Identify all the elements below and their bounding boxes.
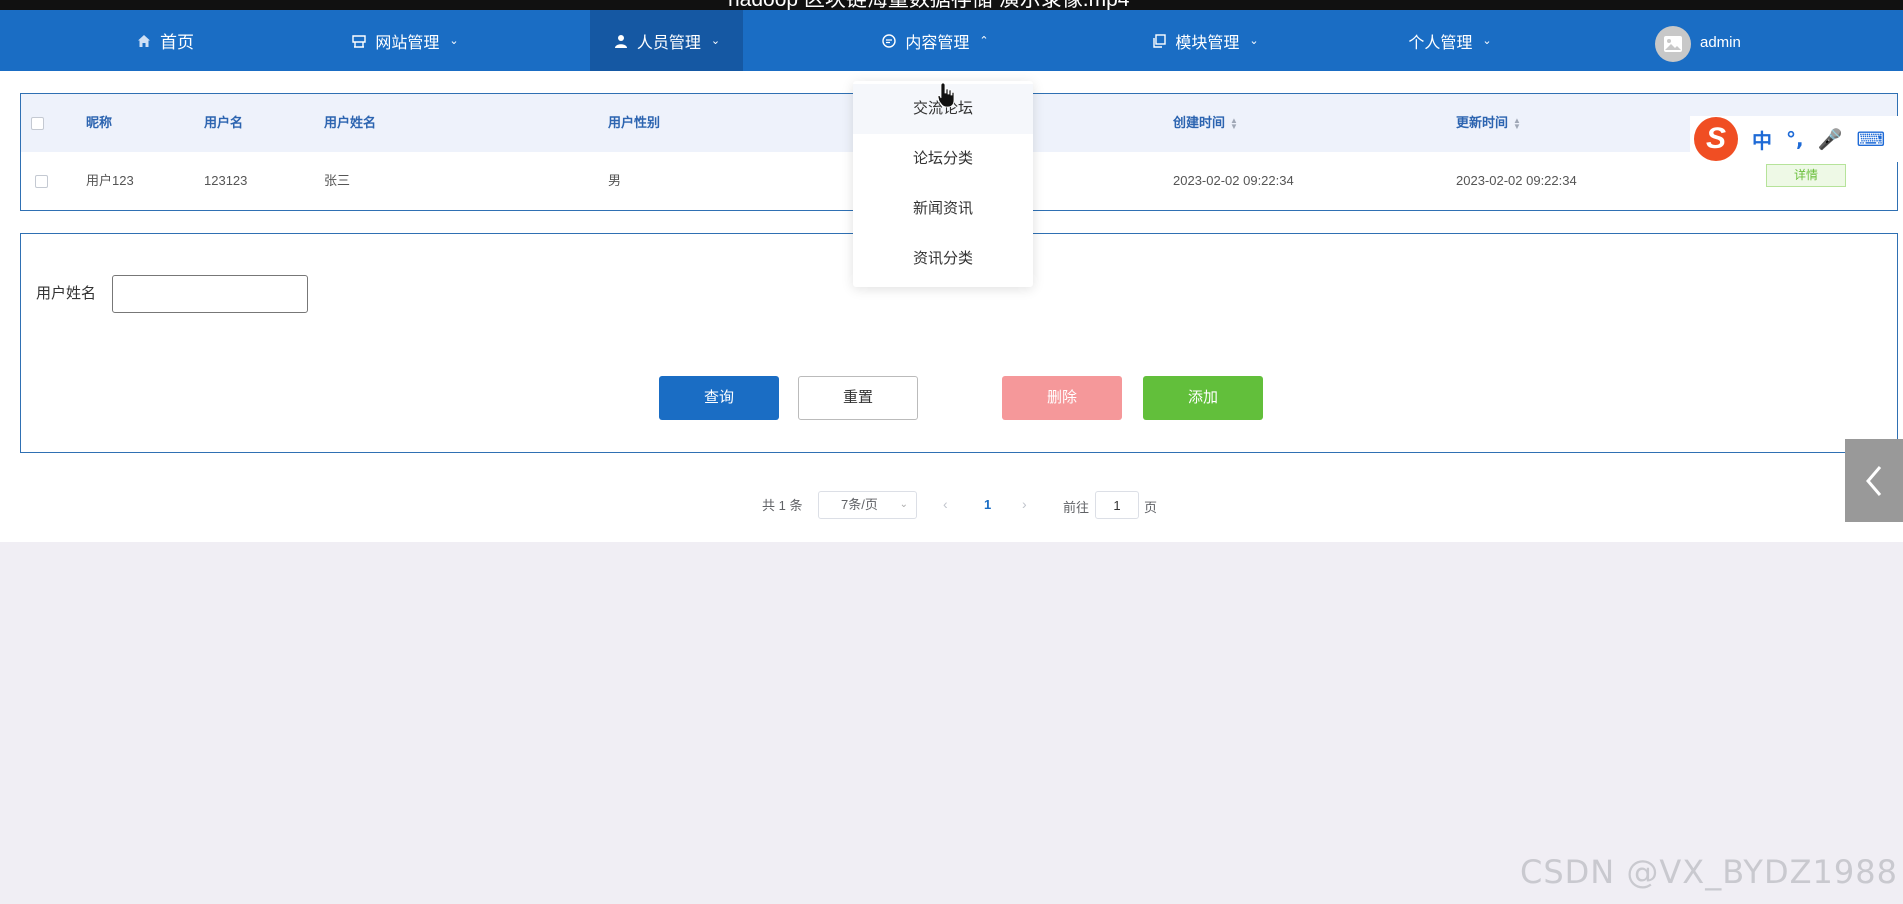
nav-item-site-management[interactable]: 网站管理 ⌄ <box>330 10 480 71</box>
keyboard-icon[interactable]: ⌨ <box>1857 127 1886 151</box>
realname-search-input[interactable] <box>112 275 308 313</box>
page-size-value: 7条/页 <box>841 497 878 512</box>
sidebar-toggle[interactable] <box>1845 439 1903 522</box>
nav-item-module-management[interactable]: 模块管理 ⌄ <box>1130 10 1280 71</box>
add-button[interactable]: 添加 <box>1143 376 1263 420</box>
hand-cursor-icon <box>937 82 955 108</box>
nav-item-content-management[interactable]: 内容管理 ⌃ <box>860 10 1010 71</box>
watermark: CSDN @VX_BYDZ1988 <box>1520 853 1898 891</box>
cell-username: 123123 <box>204 173 248 188</box>
select-all-checkbox[interactable] <box>31 117 44 130</box>
nav-label: 内容管理 <box>905 34 970 52</box>
nav-label: 模块管理 <box>1175 34 1240 52</box>
nav-item-people-management[interactable]: 人员管理 ⌄ <box>590 10 743 71</box>
nav-item-personal-management[interactable]: 个人管理 ⌄ <box>1385 10 1515 71</box>
ime-language-toggle[interactable]: 中 <box>1752 125 1772 154</box>
avatar[interactable] <box>1655 26 1691 62</box>
column-header-label: 创建时间 <box>1173 115 1226 130</box>
sort-icon[interactable]: ▲ ▼ <box>1230 116 1238 130</box>
total-count: 共 1 条 <box>762 498 803 513</box>
nav-label: 首页 <box>160 33 194 52</box>
menu-item-news[interactable]: 新闻资讯 <box>853 184 1033 234</box>
nav-item-home[interactable]: 首页 <box>110 10 220 71</box>
nav-label: 网站管理 <box>375 34 440 52</box>
cell-created: 2023-02-02 09:22:34 <box>1173 173 1294 188</box>
ime-toolbar: S 中 °, 🎤 ⌨ <box>1690 116 1903 162</box>
image-icon <box>1664 36 1682 52</box>
menu-item-news-category[interactable]: 资讯分类 <box>853 234 1033 284</box>
page-size-select[interactable]: 7条/页 ⌄ <box>818 491 917 519</box>
video-title-bar: hadoop 区块链海量数据存储 演示录像.mp4 ▬ ❐ ✕ <box>0 0 1903 10</box>
query-button[interactable]: 查询 <box>659 376 779 420</box>
cell-updated: 2023-02-02 09:22:34 <box>1456 173 1577 188</box>
page-suffix: 页 <box>1144 500 1158 515</box>
shop-icon <box>352 34 367 48</box>
row-checkbox[interactable] <box>35 175 48 188</box>
cell-nickname: 用户123 <box>86 173 134 188</box>
chevron-down-icon: ⌄ <box>1249 35 1259 47</box>
column-header-gender: 用户性别 <box>608 115 661 130</box>
chevron-left-icon <box>1866 465 1882 496</box>
menu-item-forum-category[interactable]: 论坛分类 <box>853 134 1033 184</box>
chevron-down-icon: ⌄ <box>449 35 459 47</box>
goto-label: 前往 <box>1063 500 1090 515</box>
copy-icon <box>1153 33 1167 48</box>
content-management-dropdown: 交流论坛 论坛分类 新闻资讯 资讯分类 <box>853 81 1033 287</box>
user-icon <box>614 34 627 48</box>
realname-search-label: 用户姓名 <box>36 285 97 302</box>
cell-realname: 张三 <box>324 173 351 188</box>
goto-page-input[interactable] <box>1095 491 1139 519</box>
ime-punctuation-icon[interactable]: °, <box>1786 127 1804 151</box>
chevron-down-icon: ⌄ <box>1482 35 1492 47</box>
microphone-icon[interactable]: 🎤 <box>1818 127 1843 151</box>
column-header-nickname: 昵称 <box>86 115 113 130</box>
video-title: hadoop 区块链海量数据存储 演示录像.mp4 <box>728 0 1129 10</box>
username-label[interactable]: admin <box>1700 32 1741 54</box>
sogou-logo-icon[interactable]: S <box>1694 117 1738 161</box>
column-header-updated[interactable]: 更新时间 ▲ ▼ <box>1456 94 1521 152</box>
sort-icon[interactable]: ▲ ▼ <box>1513 116 1521 130</box>
home-icon <box>138 34 150 47</box>
cell-gender: 男 <box>608 173 622 188</box>
chevron-up-icon: ⌃ <box>979 35 989 47</box>
column-header-realname: 用户姓名 <box>324 115 377 130</box>
pagination: 共 1 条 7条/页 ⌄ ‹ 1 › 前往 页 <box>0 491 1903 521</box>
reset-button[interactable]: 重置 <box>798 376 918 420</box>
next-page-icon[interactable]: › <box>1022 496 1027 512</box>
page-number[interactable]: 1 <box>984 497 991 512</box>
chevron-down-icon: ⌄ <box>899 499 908 510</box>
delete-button[interactable]: 删除 <box>1002 376 1122 420</box>
column-header-label: 更新时间 <box>1456 115 1509 130</box>
nav-label: 个人管理 <box>1408 34 1473 52</box>
chevron-down-icon: ⌄ <box>710 35 721 47</box>
top-nav-bar: 首页 网站管理 ⌄ 人员管理 ⌄ 内容管理 ⌃ 模块管理 ⌄ 个人管理 ⌄ ad… <box>0 10 1903 72</box>
prev-page-icon[interactable]: ‹ <box>943 496 948 512</box>
column-header-username: 用户名 <box>204 115 244 130</box>
column-header-created[interactable]: 创建时间 ▲ ▼ <box>1173 94 1238 152</box>
nav-label: 人员管理 <box>636 34 701 52</box>
detail-button[interactable]: 详情 <box>1766 164 1846 187</box>
chat-icon <box>882 33 897 48</box>
